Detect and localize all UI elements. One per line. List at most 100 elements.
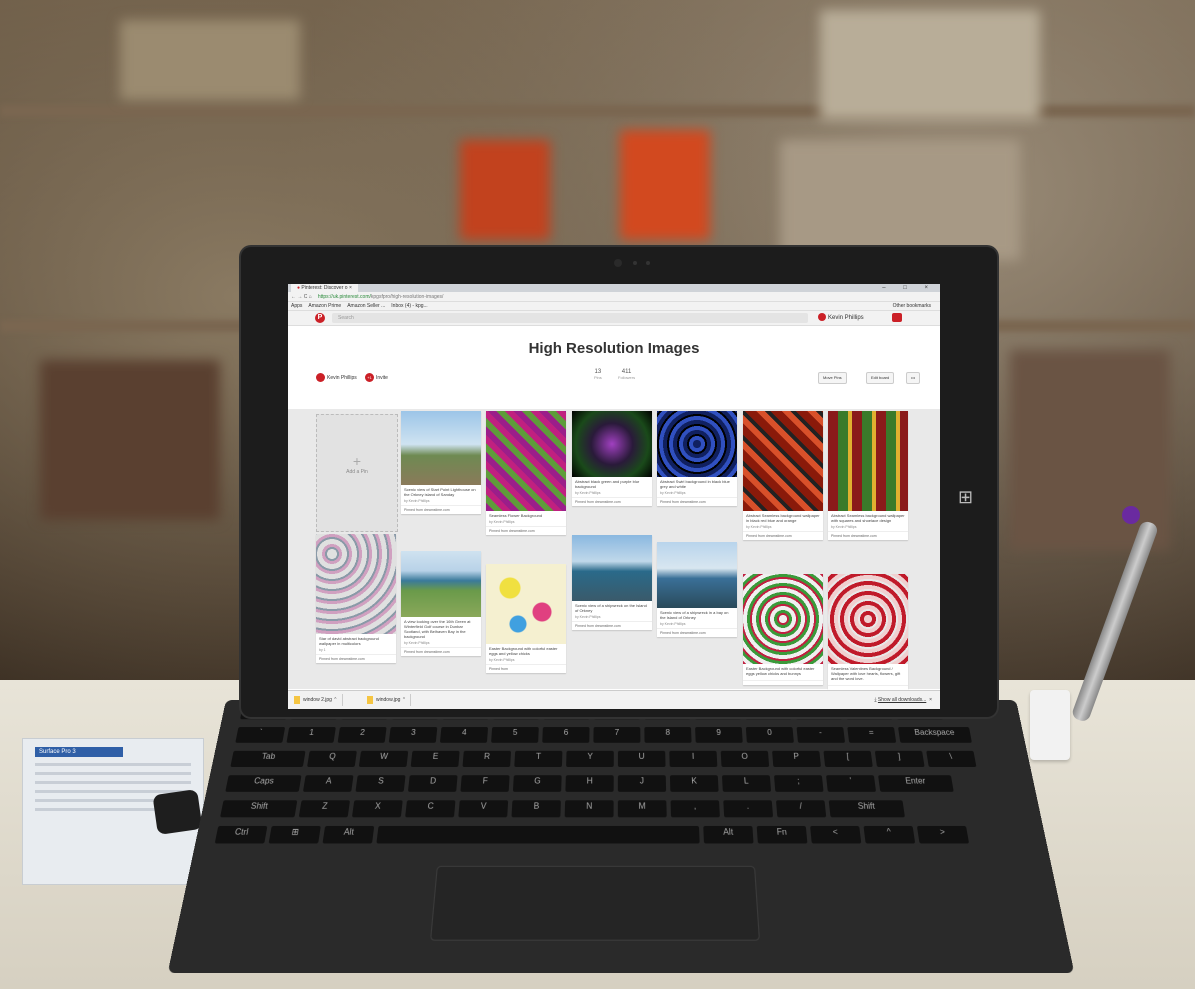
key[interactable]: J xyxy=(617,775,667,792)
followers-count[interactable]: 411 Followers xyxy=(618,369,635,380)
key[interactable]: 7 xyxy=(593,727,641,743)
bookmark-item[interactable]: Amazon Seller ... xyxy=(347,303,385,309)
key[interactable]: C xyxy=(405,800,456,818)
key[interactable]: U xyxy=(617,750,666,768)
notifications-icon[interactable] xyxy=(892,313,902,322)
key[interactable]: [ xyxy=(823,750,873,768)
pin-source[interactable]: Pinned from dreamstime.com xyxy=(828,531,908,540)
key[interactable]: K xyxy=(669,775,719,792)
key[interactable]: E xyxy=(410,750,460,768)
key[interactable]: D xyxy=(407,775,458,792)
key[interactable]: I xyxy=(669,750,718,768)
key[interactable]: , xyxy=(670,800,720,818)
key[interactable]: \ xyxy=(926,750,977,768)
key[interactable]: G xyxy=(512,775,562,792)
pins-count[interactable]: 13 Pins xyxy=(594,369,602,380)
key[interactable]: 0 xyxy=(745,727,794,743)
key[interactable]: 9 xyxy=(695,727,743,743)
pin-image[interactable] xyxy=(401,411,481,485)
key[interactable]: Q xyxy=(307,750,357,768)
pin-source[interactable] xyxy=(743,680,823,685)
key[interactable]: 1 xyxy=(286,727,336,743)
invite-button[interactable]: +1 Invite xyxy=(365,373,388,382)
key[interactable]: Alt xyxy=(322,825,375,844)
pin-source[interactable]: Pinned from dreamstime.com xyxy=(743,531,823,540)
more-options-button[interactable]: ••• xyxy=(906,372,921,384)
key[interactable]: = xyxy=(847,727,897,743)
pin-image[interactable] xyxy=(572,535,652,601)
key[interactable]: ^ xyxy=(863,825,916,844)
key[interactable]: > xyxy=(916,825,970,844)
pin-image[interactable] xyxy=(486,564,566,644)
key[interactable]: W xyxy=(358,750,409,768)
key[interactable]: P xyxy=(772,750,822,768)
key[interactable]: Y xyxy=(566,750,614,768)
pin-image[interactable] xyxy=(743,574,823,664)
pin-image[interactable] xyxy=(828,574,908,664)
key[interactable]: - xyxy=(796,727,846,743)
pin-source[interactable]: Pinned from dreamstime.com xyxy=(572,497,652,506)
pin-image[interactable] xyxy=(572,411,652,477)
pin-card[interactable]: Abstract Swirl background in black blue … xyxy=(657,411,737,506)
pin-card[interactable]: Scenic view of a shipwreck on the Island… xyxy=(572,535,652,630)
key[interactable]: Alt xyxy=(703,825,754,844)
download-item[interactable]: window.jpg ⌃ xyxy=(363,694,412,706)
key[interactable]: ; xyxy=(773,775,824,792)
key[interactable]: 8 xyxy=(644,727,692,743)
pin-source[interactable]: Pinned from dreamstime.com xyxy=(572,621,652,630)
bookmark-item[interactable]: Apps xyxy=(291,303,302,309)
board-owner[interactable]: Kevin Phillips xyxy=(316,373,357,382)
pin-source[interactable]: Pinned from dreamstime.com xyxy=(401,647,481,656)
pin-card[interactable]: A view looking over the 16th Green at Wi… xyxy=(401,551,481,656)
pin-image[interactable] xyxy=(316,534,396,634)
key[interactable]: ` xyxy=(235,727,286,743)
key[interactable]: B xyxy=(511,800,561,818)
pin-card[interactable]: Easter Background with colorful easter e… xyxy=(486,564,566,673)
key[interactable]: S xyxy=(355,775,406,792)
key[interactable]: ' xyxy=(826,775,877,792)
address-bar[interactable]: ← → C ⌂ https://uk.pinterest.com/kpgsfpr… xyxy=(288,292,940,302)
pin-source[interactable]: Pinned from xyxy=(486,664,566,673)
key[interactable]: Ctrl xyxy=(214,825,268,844)
key[interactable]: O xyxy=(720,750,770,768)
pin-image[interactable] xyxy=(401,551,481,617)
pin-card[interactable]: Seamless Valentines Background / Wallpap… xyxy=(828,574,908,690)
windows-logo-icon[interactable]: ⊞ xyxy=(958,487,973,508)
other-bookmarks[interactable]: Other bookmarks xyxy=(893,302,931,310)
bookmark-item[interactable]: Inbox (4) - kpg... xyxy=(391,303,427,309)
key[interactable]: ] xyxy=(874,750,925,768)
pin-image[interactable] xyxy=(486,411,566,511)
download-item[interactable]: window 2.jpg ⌃ xyxy=(290,694,343,706)
key[interactable]: Shift xyxy=(220,800,298,818)
show-all-downloads-link[interactable]: ⤓ Show all downloads... × xyxy=(874,691,932,709)
pin-source[interactable]: Pinned from dreamstime.com xyxy=(316,654,396,663)
key[interactable]: N xyxy=(564,800,614,818)
pin-image[interactable] xyxy=(657,411,737,477)
key[interactable]: F xyxy=(460,775,510,792)
pin-image[interactable] xyxy=(828,411,908,511)
key[interactable]: Enter xyxy=(878,775,954,792)
key[interactable]: 3 xyxy=(388,727,438,743)
url-field[interactable]: https://uk.pinterest.com/kpgsfpro/high-r… xyxy=(318,294,444,300)
key[interactable]: Tab xyxy=(230,750,306,768)
pin-source[interactable]: Pinned from dreamstime.com xyxy=(657,628,737,637)
key[interactable]: H xyxy=(565,775,614,792)
key[interactable]: T xyxy=(514,750,563,768)
pin-card[interactable]: Scenic view of a shipwreck in a bay on t… xyxy=(657,542,737,637)
key[interactable]: Caps xyxy=(225,775,302,792)
window-controls[interactable]: – □ × xyxy=(882,284,936,292)
search-input[interactable]: Search xyxy=(332,313,808,323)
user-profile-button[interactable]: Kevin Phillips xyxy=(818,313,864,323)
pin-source[interactable]: Pinned from dreamstime.com xyxy=(401,505,481,514)
nav-buttons-icon[interactable]: ← → C ⌂ xyxy=(291,294,312,300)
pinterest-logo-icon[interactable]: P xyxy=(315,313,325,323)
key[interactable]: < xyxy=(810,825,862,844)
bookmark-item[interactable]: Amazon Prime xyxy=(308,303,341,309)
key[interactable]: / xyxy=(775,800,827,818)
pin-card[interactable]: Abstract Seamless background wallpaper w… xyxy=(828,411,908,540)
pin-image[interactable] xyxy=(657,542,737,608)
edit-board-button[interactable]: Edit board xyxy=(866,372,895,384)
browser-tab[interactable]: ● Pinterest: Discover o × xyxy=(291,284,358,292)
pin-card[interactable]: Scenic view of Start Point Lighthouse on… xyxy=(401,411,481,514)
key[interactable]: 5 xyxy=(491,727,539,743)
